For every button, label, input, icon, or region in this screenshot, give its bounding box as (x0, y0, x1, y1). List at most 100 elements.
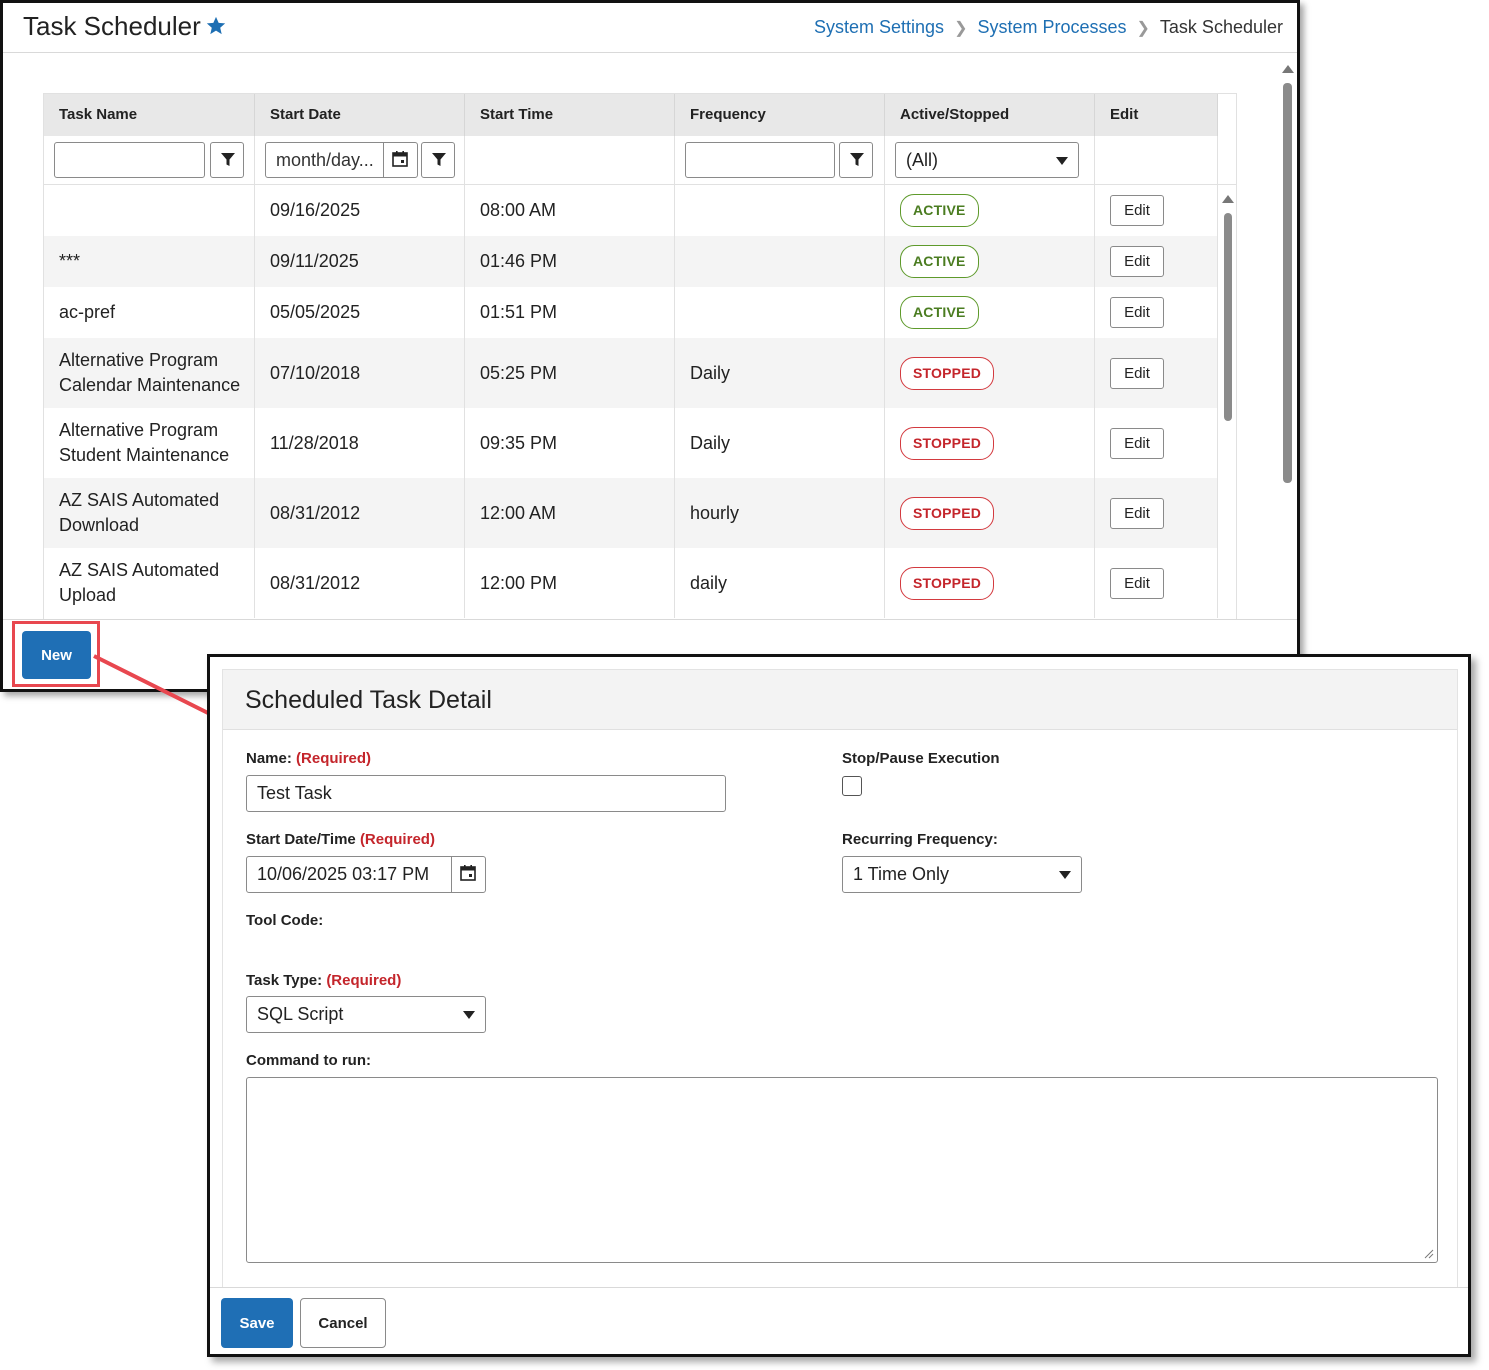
breadcrumb-system-processes[interactable]: System Processes (977, 17, 1126, 38)
edit-button[interactable]: Edit (1110, 497, 1164, 529)
start-time-cell: 12:00 AM (465, 478, 675, 548)
stop-pause-label: Stop/Pause Execution (842, 750, 1000, 767)
status-cell: STOPPED (885, 548, 1095, 618)
task-name-text: AZ SAIS Automated Download (59, 490, 220, 535)
start-datetime-value: 10/06/2025 03:17 PM (257, 864, 430, 884)
recurring-frequency-select[interactable]: 1 Time Only (842, 856, 1082, 893)
tool-code-label: Tool Code: (246, 912, 324, 929)
required-tag: (Required) (296, 750, 372, 767)
column-header-task-name[interactable]: Task Name (44, 94, 255, 136)
status-badge: STOPPED (900, 426, 995, 460)
stop-pause-checkbox[interactable] (842, 776, 862, 796)
frequency-text: Daily (690, 432, 731, 453)
table-row[interactable]: AZ SAIS Automated Download 08/31/2012 12:0… (44, 478, 1218, 548)
task-name-cell: *** (44, 236, 255, 287)
column-header-edit: Edit (1095, 94, 1218, 136)
status-badge: ACTIVE (900, 194, 979, 227)
dropdown-arrow-icon (463, 1011, 475, 1019)
table-row[interactable]: ac-pref 05/05/2025 01:51 PM ACTIVE Edit (44, 287, 1218, 338)
required-tag: (Required) (326, 972, 402, 989)
frequency-filter-button[interactable] (839, 142, 873, 178)
table-row[interactable]: Alternative Program Calendar Maintenance… (44, 338, 1218, 408)
edit-cell: Edit (1095, 478, 1218, 548)
task-name-text: *** (59, 251, 81, 271)
frequency-text: daily (690, 572, 728, 593)
column-header-frequency[interactable]: Frequency (675, 94, 885, 136)
status-cell: STOPPED (885, 408, 1095, 478)
filter-icon (221, 153, 235, 166)
grid-scroll-thumb[interactable] (1224, 213, 1232, 421)
start-date-text: 08/31/2012 (270, 502, 361, 523)
start-date-filter-button[interactable] (421, 142, 455, 178)
start-date-filter-input[interactable]: month/day... (265, 142, 418, 178)
command-label: Command to run: (246, 1052, 371, 1069)
name-label-text: Name: (246, 750, 292, 767)
task-name-filter-button[interactable] (210, 142, 244, 178)
start-time-text: 05:25 PM (480, 362, 558, 383)
status-cell: STOPPED (885, 478, 1095, 548)
cancel-button[interactable]: Cancel (300, 1298, 386, 1348)
filter-cell-start-time (465, 136, 675, 184)
breadcrumb: System Settings ❯ System Processes ❯ Tas… (814, 17, 1283, 38)
frequency-cell: Daily (675, 408, 885, 478)
calendar-icon (392, 151, 408, 167)
save-button[interactable]: Save (221, 1298, 293, 1348)
column-header-active-stopped[interactable]: Active/Stopped (885, 94, 1095, 136)
resize-handle-icon[interactable] (1424, 1249, 1434, 1259)
edit-button[interactable]: Edit (1110, 297, 1164, 328)
scroll-up-icon[interactable] (1282, 65, 1294, 73)
header-spacer (1218, 94, 1236, 136)
star-icon[interactable] (205, 15, 227, 37)
new-button[interactable]: New (22, 631, 91, 679)
command-textarea[interactable] (246, 1077, 1438, 1263)
task-name-cell: Alternative Program Calendar Maintenance (44, 338, 255, 408)
dropdown-arrow-icon (1056, 157, 1068, 165)
start-date-placeholder: month/day... (276, 150, 374, 170)
scroll-up-icon[interactable] (1222, 195, 1234, 203)
status-filter-value: (All) (906, 150, 938, 170)
name-input[interactable]: Test Task (246, 775, 726, 812)
detail-panel-header: Scheduled Task Detail (223, 670, 1457, 730)
table-row[interactable]: 09/16/2025 08:00 AM ACTIVE Edit (44, 185, 1218, 236)
calendar-button[interactable] (451, 857, 485, 892)
calendar-button[interactable] (383, 143, 417, 177)
start-time-text: 01:51 PM (480, 302, 558, 322)
table-row[interactable]: Alternative Program Student Maintenance 1… (44, 408, 1218, 478)
page-scrollbar[interactable] (1281, 61, 1295, 621)
edit-button[interactable]: Edit (1110, 357, 1164, 389)
start-time-cell: 01:46 PM (465, 236, 675, 287)
column-header-start-time[interactable]: Start Time (465, 94, 675, 136)
edit-button[interactable]: Edit (1110, 567, 1164, 599)
breadcrumb-system-settings[interactable]: System Settings (814, 17, 944, 38)
filter-cell-task-name (44, 136, 255, 184)
status-badge: ACTIVE (900, 245, 979, 278)
edit-cell: Edit (1095, 338, 1218, 408)
status-cell: ACTIVE (885, 236, 1095, 287)
edit-button[interactable]: Edit (1110, 427, 1164, 459)
page-scroll-thumb[interactable] (1283, 83, 1292, 483)
task-grid: Task Name Start Date Start Time Frequenc… (43, 93, 1237, 621)
start-datetime-input[interactable]: 10/06/2025 03:17 PM (246, 856, 486, 893)
filter-icon (432, 153, 446, 166)
grid-scrollbar[interactable] (1221, 191, 1235, 621)
filter-cell-frequency (675, 136, 885, 184)
table-row[interactable]: *** 09/11/2025 01:46 PM ACTIVE Edit (44, 236, 1218, 287)
start-date-text: 11/28/2018 (270, 432, 359, 453)
task-name-filter-input[interactable] (54, 142, 205, 178)
chevron-right-icon: ❯ (1136, 19, 1150, 37)
detail-panel: Scheduled Task Detail Name: (Required) T… (222, 669, 1458, 1289)
task-type-select[interactable]: SQL Script (246, 996, 486, 1033)
status-filter-select[interactable]: (All) (895, 142, 1079, 178)
frequency-filter-input[interactable] (685, 142, 835, 178)
dropdown-arrow-icon (1059, 871, 1071, 879)
start-time-cell: 01:51 PM (465, 287, 675, 338)
edit-button[interactable]: Edit (1110, 246, 1164, 277)
edit-button[interactable]: Edit (1110, 195, 1164, 226)
table-row[interactable]: AZ SAIS Automated Upload 08/31/2012 12:00 … (44, 548, 1218, 618)
page-title: Task Scheduler (23, 11, 201, 41)
column-header-start-date[interactable]: Start Date (255, 94, 465, 136)
task-name-cell: AZ SAIS Automated Upload (44, 548, 255, 618)
start-date-cell: 11/28/2018 (255, 408, 465, 478)
task-name-cell (44, 185, 255, 236)
frequency-text: hourly (690, 502, 740, 523)
